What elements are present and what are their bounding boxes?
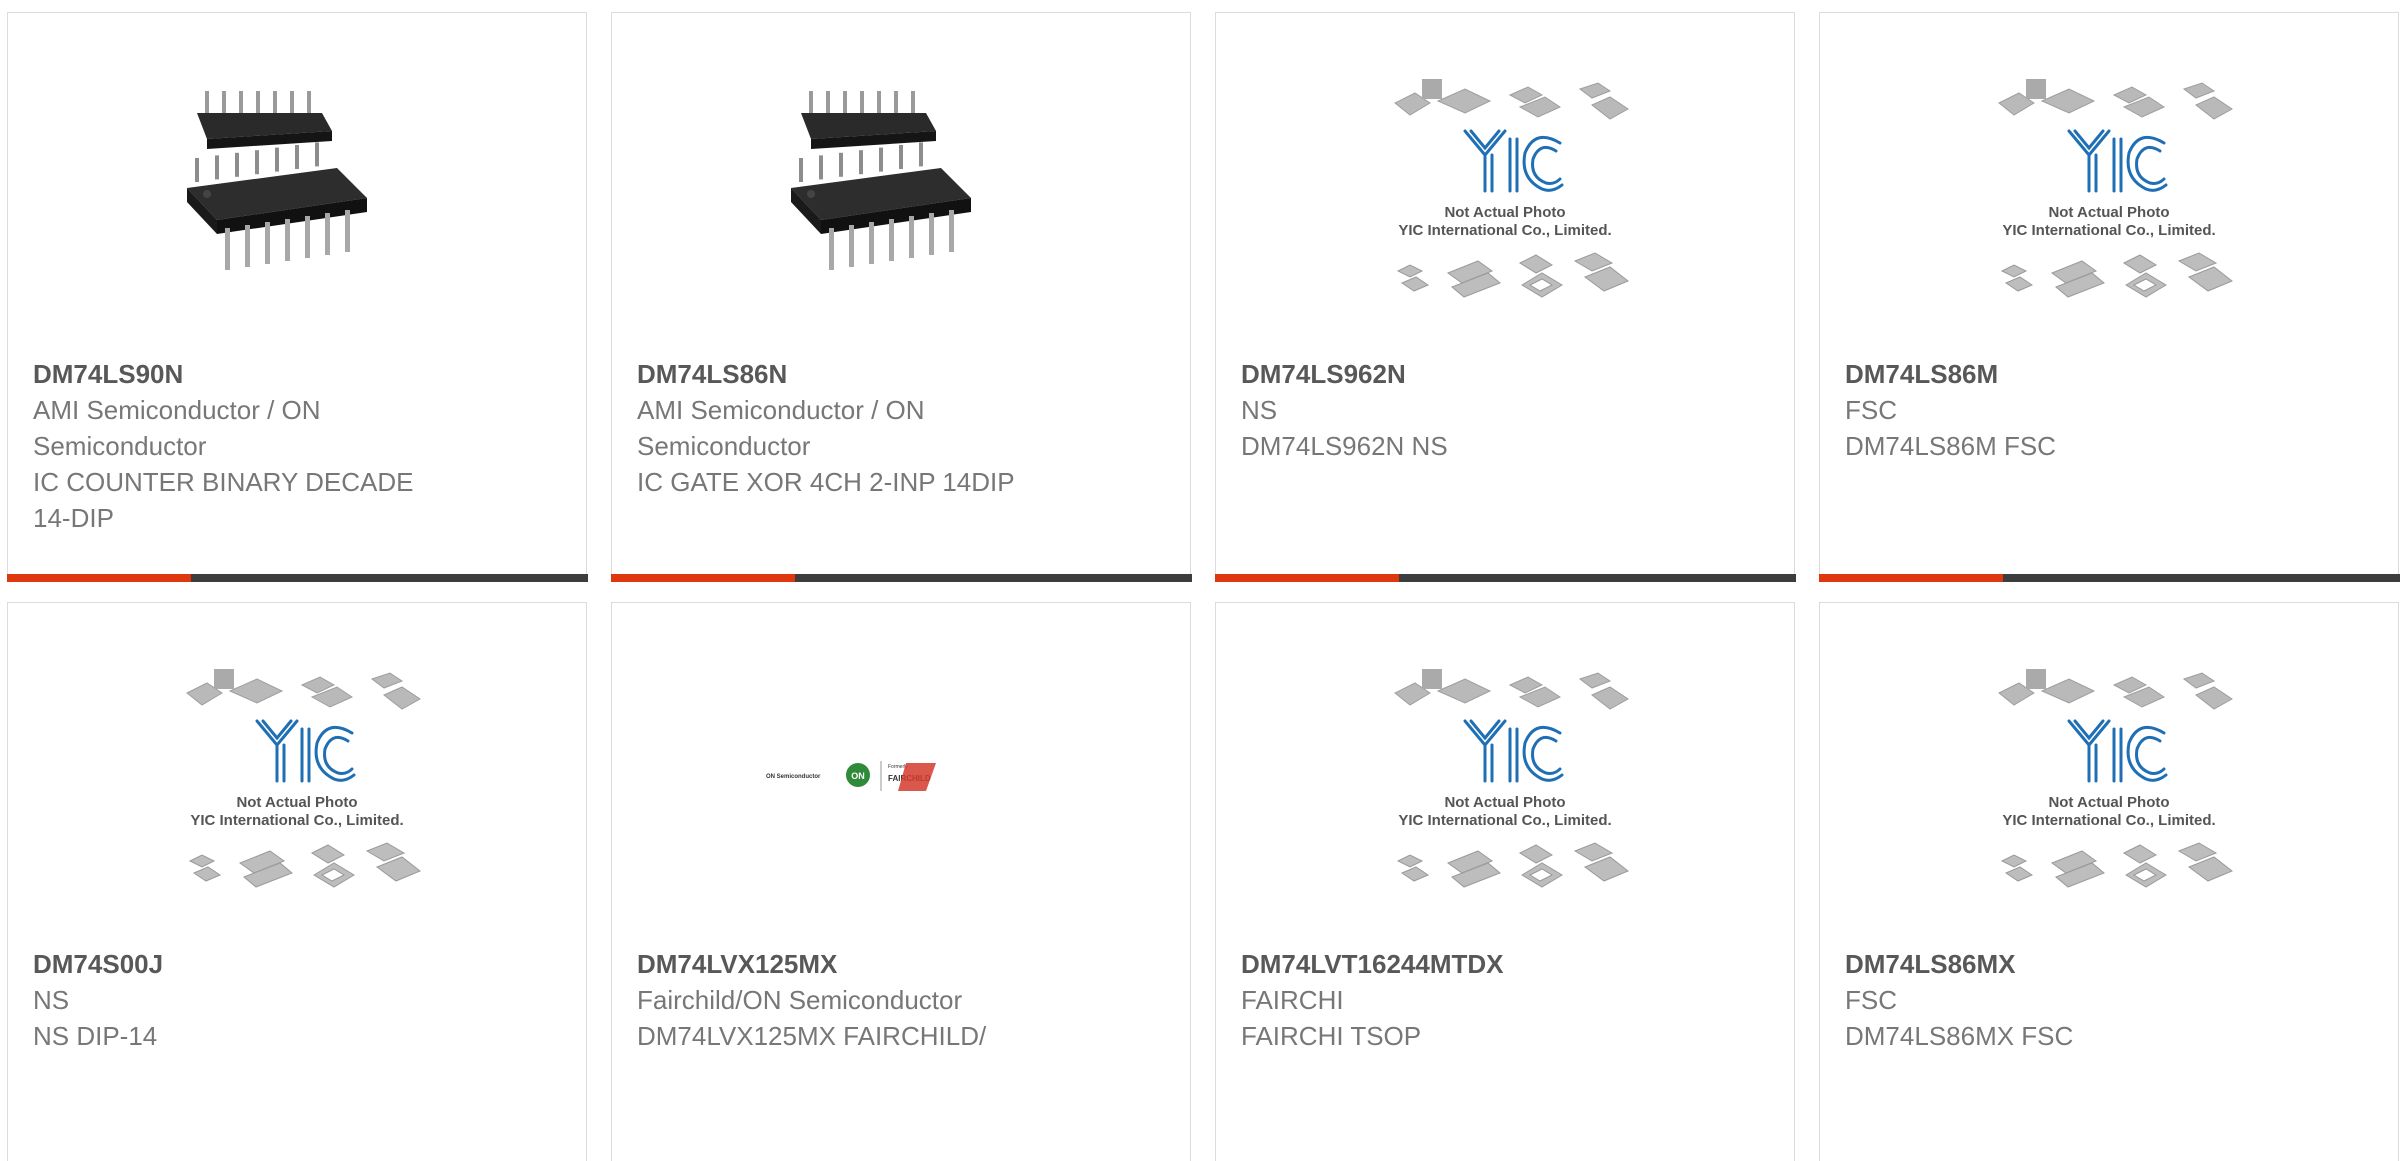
card-bottom-bar [1818,574,2400,582]
product-image[interactable]: Not Actual Photo YIC International Co., L… [8,633,586,933]
card-accent-bar [6,574,191,582]
product-image[interactable] [612,43,1190,343]
placeholder-caption: Not Actual Photo [236,794,357,811]
manufacturer: Fairchild/ON Semiconductor [637,985,963,1015]
product-image[interactable]: Not Actual Photo YIC International Co., L… [1216,43,1794,343]
yic-logo-icon [255,719,356,783]
product-info: DM74LS90N AMI Semiconductor / ON Semicondu… [33,356,546,536]
manufacturer: AMI Semiconductor / ON [637,395,925,425]
part-number[interactable]: DM74LS86N [637,356,1150,392]
dip-chip-icon [187,91,367,270]
description-line: DM74LS86M FSC [1845,431,2056,461]
placeholder-caption: Not Actual Photo [1444,204,1565,221]
yic-logo-icon [2067,719,2168,783]
card-bottom-bar [610,574,1192,582]
manufacturer: FSC [1845,985,1897,1015]
card-accent-bar [1214,574,1399,582]
product-grid: DM74LS90N AMI Semiconductor / ON Semicondu… [0,0,2400,1161]
product-card[interactable]: Not Actual Photo YIC International Co., L… [1215,602,1795,1161]
manufacturer: FSC [1845,395,1897,425]
part-number[interactable]: DM74LVX125MX [637,946,1150,982]
part-number[interactable]: DM74LS86M [1845,356,2358,392]
card-accent-bar [610,574,795,582]
description-line: Semiconductor [33,431,207,461]
product-card[interactable]: Not Actual Photo YIC International Co., L… [1819,602,2399,1161]
part-number[interactable]: DM74LS962N [1241,356,1754,392]
product-info: DM74LVT16244MTDX FAIRCHI FAIRCHI TSOP [1241,946,1754,1054]
product-card[interactable]: Not Actual Photo YIC International Co., L… [1214,12,1796,582]
product-card[interactable]: Not Actual Photo YIC International Co., L… [7,602,587,1161]
part-number[interactable]: DM74LVT16244MTDX [1241,946,1754,982]
yic-logo-icon [1463,129,1564,193]
card-bottom-bar [6,574,588,582]
product-info: DM74LVX125MX Fairchild/ON Semiconductor DM… [637,946,1150,1054]
placeholder-caption: Not Actual Photo [2048,204,2169,221]
product-card[interactable]: Not Actual Photo YIC International Co., L… [1818,12,2400,582]
on-logo-text: ON [851,771,865,781]
description-line: IC COUNTER BINARY DECADE [33,467,414,497]
onsemi-wordmark: ON Semiconductor [766,774,821,780]
manufacturer: NS [1241,395,1278,425]
dip-chip-icon [791,91,971,270]
description-line: NS DIP-14 [33,1021,158,1051]
product-info: DM74LS962N NS DM74LS962N NS [1241,356,1754,464]
description-line: DM74LVX125MX FAIRCHILD/ [637,1021,987,1051]
description-line: FAIRCHI TSOP [1241,1021,1422,1051]
placeholder-company: YIC International Co., Limited. [2002,812,2215,829]
description-line: DM74LS86MX FSC [1845,1021,2074,1051]
part-number[interactable]: DM74LS90N [33,356,546,392]
description-line: Semiconductor [637,431,811,461]
product-image[interactable]: Not Actual Photo YIC International Co., L… [1216,633,1794,933]
manufacturer: NS [33,985,70,1015]
on-fairchild-logo: ON SemiconductorONFormerlyFAIRCHILD [766,761,936,791]
yic-logo-icon [2067,129,2168,193]
card-bottom-bar [1214,574,1796,582]
product-info: DM74LS86M FSC DM74LS86M FSC [1845,356,2358,464]
part-number[interactable]: DM74LS86MX [1845,946,2358,982]
card-accent-bar [1818,574,2003,582]
product-image[interactable]: Not Actual Photo YIC International Co., L… [1820,43,2398,343]
product-image[interactable] [8,43,586,343]
placeholder-company: YIC International Co., Limited. [1398,222,1611,239]
product-image[interactable]: ON SemiconductorONFormerlyFAIRCHILD [612,633,1190,933]
product-card[interactable]: DM74LS86N AMI Semiconductor / ON Semicondu… [610,12,1192,582]
part-number[interactable]: DM74S00J [33,946,546,982]
placeholder-caption: Not Actual Photo [2048,794,2169,811]
yic-logo-icon [1463,719,1564,783]
placeholder-company: YIC International Co., Limited. [190,812,403,829]
product-card[interactable]: DM74LS90N AMI Semiconductor / ON Semicondu… [6,12,588,582]
placeholder-caption: Not Actual Photo [1444,794,1565,811]
product-info: DM74S00J NS NS DIP-14 [33,946,546,1054]
yic-placeholder-image: Not Actual PhotoYIC International Co., L… [1998,669,2233,888]
product-info: DM74LS86N AMI Semiconductor / ON Semicondu… [637,356,1150,500]
placeholder-company: YIC International Co., Limited. [2002,222,2215,239]
manufacturer: FAIRCHI [1241,985,1344,1015]
product-info: DM74LS86MX FSC DM74LS86MX FSC [1845,946,2358,1054]
description-line: IC GATE XOR 4CH 2-INP 14DIP [637,467,1015,497]
description-line: 14-DIP [33,503,114,533]
placeholder-company: YIC International Co., Limited. [1398,812,1611,829]
yic-placeholder-image: Not Actual PhotoYIC International Co., L… [1394,79,1629,298]
yic-placeholder-image: Not Actual PhotoYIC International Co., L… [1394,669,1629,888]
manufacturer: AMI Semiconductor / ON [33,395,321,425]
product-card[interactable]: ON SemiconductorONFormerlyFAIRCHILDDM74L… [611,602,1191,1161]
description-line: DM74LS962N NS [1241,431,1448,461]
product-image[interactable]: Not Actual Photo YIC International Co., L… [1820,633,2398,933]
yic-placeholder-image: Not Actual PhotoYIC International Co., L… [1998,79,2233,298]
yic-placeholder-image: Not Actual PhotoYIC International Co., L… [186,669,421,888]
